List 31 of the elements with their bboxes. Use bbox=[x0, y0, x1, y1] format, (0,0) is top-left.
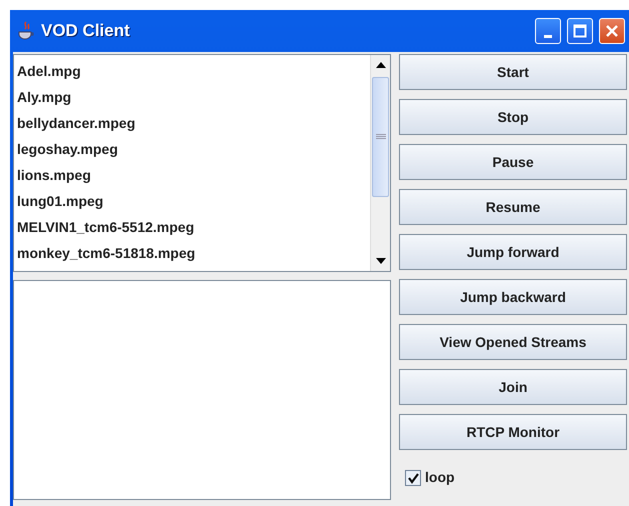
close-button[interactable] bbox=[599, 18, 625, 44]
list-item[interactable]: MELVIN1_tcm6-5512.mpeg bbox=[17, 214, 367, 240]
app-icon bbox=[17, 21, 35, 41]
action-button[interactable]: View Opened Streams bbox=[399, 324, 627, 360]
close-icon bbox=[605, 24, 619, 38]
action-button[interactable]: Resume bbox=[399, 189, 627, 225]
list-item[interactable]: Aly.mpg bbox=[17, 84, 367, 110]
list-item[interactable]: bellydancer.mpeg bbox=[17, 110, 367, 136]
list-item[interactable]: monkey_tcm6-51818.mpeg bbox=[17, 240, 367, 266]
action-button[interactable]: Stop bbox=[399, 99, 627, 135]
window-title: VOD Client bbox=[41, 20, 130, 42]
list-item[interactable]: lung01.mpeg bbox=[17, 188, 367, 214]
list-item[interactable]: lions.mpeg bbox=[17, 162, 367, 188]
action-button[interactable]: Join bbox=[399, 369, 627, 405]
action-button[interactable]: Start bbox=[399, 54, 627, 90]
maximize-button[interactable] bbox=[567, 18, 593, 44]
maximize-icon bbox=[573, 24, 587, 38]
scroll-up-icon[interactable] bbox=[376, 62, 386, 68]
list-item[interactable]: legoshay.mpeg bbox=[17, 136, 367, 162]
list-item[interactable]: Adel.mpg bbox=[17, 58, 367, 84]
scrollbar[interactable] bbox=[370, 55, 390, 271]
action-button[interactable]: Pause bbox=[399, 144, 627, 180]
action-button[interactable]: Jump forward bbox=[399, 234, 627, 270]
scroll-down-icon[interactable] bbox=[376, 258, 386, 264]
scroll-thumb[interactable] bbox=[372, 77, 389, 197]
checkbox-label: loop bbox=[425, 468, 455, 487]
minimize-button[interactable] bbox=[535, 18, 561, 44]
minimize-icon bbox=[544, 34, 552, 38]
action-button[interactable]: Jump backward bbox=[399, 279, 627, 315]
loop-checkbox[interactable] bbox=[405, 470, 421, 486]
action-button[interactable]: RTCP Monitor bbox=[399, 414, 627, 450]
